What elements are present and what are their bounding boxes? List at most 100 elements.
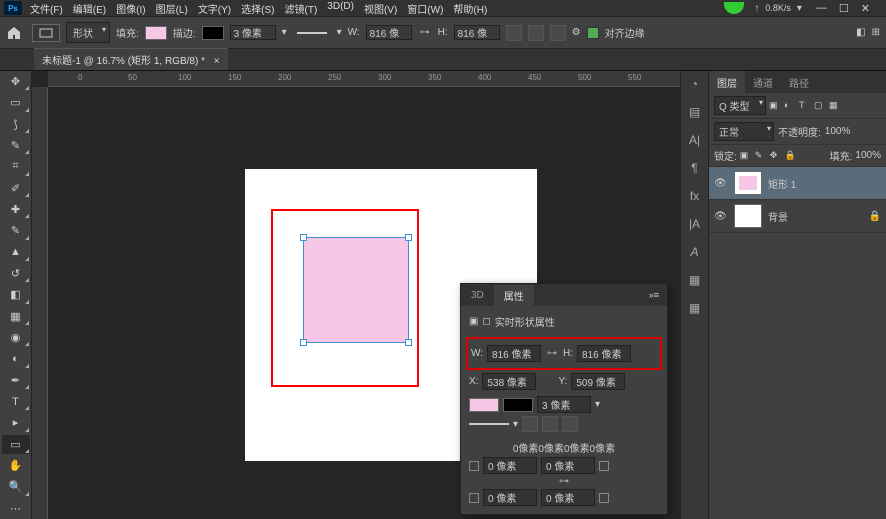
marquee-tool[interactable]: ▭ [2,93,30,112]
visibility-icon[interactable]: 👁 [714,211,728,222]
stroke-corners-icon[interactable] [562,416,578,432]
menu-window[interactable]: 窗口(W) [403,0,447,18]
layer-filter-dropdown[interactable]: Q 类型 [714,96,766,115]
eraser-tool[interactable]: ◧ [2,285,30,304]
path-select-tool[interactable]: ▸ [2,413,30,432]
corner-bl-checkbox[interactable] [469,493,479,503]
libraries-panel-icon[interactable]: ▦ [686,301,704,319]
stroke-style-line[interactable] [469,423,509,425]
maximize-button[interactable]: ☐ [839,2,849,15]
prop-h-input[interactable] [577,345,631,362]
shape-mode-dropdown[interactable]: 形状 [66,22,110,43]
resize-handle-sw[interactable] [300,339,307,346]
opacity-value[interactable]: 100% [825,126,851,137]
minimize-button[interactable]: — [816,2,827,15]
lock-transparency-icon[interactable]: ▣ [740,150,752,162]
history-brush-tool[interactable]: ↺ [2,264,30,283]
menu-edit[interactable]: 编辑(E) [69,0,110,18]
close-button[interactable]: ✕ [861,2,870,15]
prop-x-input[interactable] [482,373,536,390]
styles-panel-icon[interactable]: |A [686,217,704,235]
menu-3d[interactable]: 3D(D) [323,0,358,18]
blur-tool[interactable]: ◉ [2,328,30,347]
gear-icon[interactable]: ⚙ [572,27,581,38]
menu-layer[interactable]: 图层(L) [152,0,192,18]
corner-tl-checkbox[interactable] [469,461,479,471]
dropdown-icon[interactable]: ▾ [797,3,802,14]
stroke-width-input[interactable] [230,25,276,40]
layer-row[interactable]: 👁 背景 🔒 [709,200,886,233]
glyphs-panel-icon[interactable]: fx [686,189,704,207]
move-tool[interactable]: ✥ [2,72,30,91]
tab-properties[interactable]: 属性 [494,285,534,306]
collapse-panel-icon[interactable]: »≡ [641,290,667,300]
paragraph-panel-icon[interactable]: ¶ [686,161,704,179]
filter-adjust-icon[interactable]: ◐ [784,100,796,112]
hand-tool[interactable]: ✋ [2,456,30,475]
resize-handle-ne[interactable] [405,234,412,241]
prop-fill-swatch[interactable] [469,398,499,412]
character-panel-icon[interactable]: A| [686,133,704,151]
quick-select-tool[interactable]: ✎ [2,136,30,155]
layer-thumbnail[interactable] [734,204,762,228]
link-corners-icon[interactable]: ⊶ [557,476,571,487]
filter-type-icon[interactable]: T [799,100,811,112]
blend-mode-dropdown[interactable]: 正常 [714,122,774,141]
brush-tool[interactable]: ✎ [2,221,30,240]
tool-preset-picker[interactable] [32,24,60,42]
stroke-width-dropdown-icon[interactable]: ▾ [595,399,600,410]
workspace-icon[interactable]: ⊞ [872,27,880,38]
eyedropper-tool[interactable]: ✐ [2,179,30,198]
width-input[interactable] [366,25,412,40]
stroke-options-dropdown[interactable]: ▾ [282,27,287,38]
filter-pixel-icon[interactable]: ▣ [769,100,781,112]
prop-stroke-width-input[interactable] [537,396,591,413]
toggle-panels-icon[interactable]: ◧ [856,27,865,38]
corner-tr-checkbox[interactable] [599,461,609,471]
filter-smart-icon[interactable]: ▦ [829,100,841,112]
tab-channels[interactable]: 通道 [745,71,781,93]
align-edges-checkbox[interactable] [587,27,599,39]
lock-image-icon[interactable]: ✎ [755,150,767,162]
corner-tl-input[interactable] [483,457,537,474]
stroke-style-preview[interactable] [297,32,327,34]
layer-name[interactable]: 矩形 1 [768,176,796,191]
fill-swatch[interactable] [145,26,167,40]
menu-file[interactable]: 文件(F) [26,0,67,18]
menu-view[interactable]: 视图(V) [360,0,401,18]
color-panel-icon[interactable]: ▤ [686,105,704,123]
layer-thumbnail[interactable] [734,171,762,195]
lock-all-icon[interactable]: 🔒 [785,150,797,162]
close-tab-icon[interactable]: × [214,56,220,67]
fill-value[interactable]: 100% [855,150,881,161]
menu-filter[interactable]: 滤镜(T) [281,0,322,18]
clone-stamp-tool[interactable]: ▲ [2,243,30,262]
corner-bl-input[interactable] [483,489,537,506]
document-tab[interactable]: 未标题-1 @ 16.7% (矩形 1, RGB/8) * × [34,48,228,70]
tab-layers[interactable]: 图层 [709,71,745,93]
type-tool[interactable]: T [2,392,30,411]
gradient-tool[interactable]: ▦ [2,307,30,326]
layer-row[interactable]: 👁 矩形 1 [709,167,886,200]
edit-toolbar-button[interactable]: ⋯ [2,499,30,518]
corner-tr-input[interactable] [541,457,595,474]
home-icon[interactable] [6,25,22,41]
path-ops-icon[interactable] [506,25,522,41]
dodge-tool[interactable]: ◐ [2,349,30,368]
stroke-caps-icon[interactable] [542,416,558,432]
tab-paths[interactable]: 路径 [781,71,817,93]
rectangle-shape[interactable] [303,237,409,343]
tab-3d[interactable]: 3D [461,287,494,304]
stroke-align-icon[interactable] [522,416,538,432]
swatches-panel-icon[interactable]: ▦ [686,273,704,291]
menu-type[interactable]: 文字(Y) [194,0,235,18]
corner-br-input[interactable] [541,489,595,506]
path-align-icon[interactable] [528,25,544,41]
stroke-style-dropdown-icon[interactable]: ▾ [513,419,518,430]
filter-shape-icon[interactable]: ▢ [814,100,826,112]
menu-image[interactable]: 图像(I) [112,0,149,18]
rectangle-tool[interactable]: ▭ [2,435,30,454]
stroke-style-dropdown[interactable]: ▾ [337,27,342,38]
stroke-swatch[interactable] [202,26,224,40]
pen-tool[interactable]: ✒ [2,371,30,390]
